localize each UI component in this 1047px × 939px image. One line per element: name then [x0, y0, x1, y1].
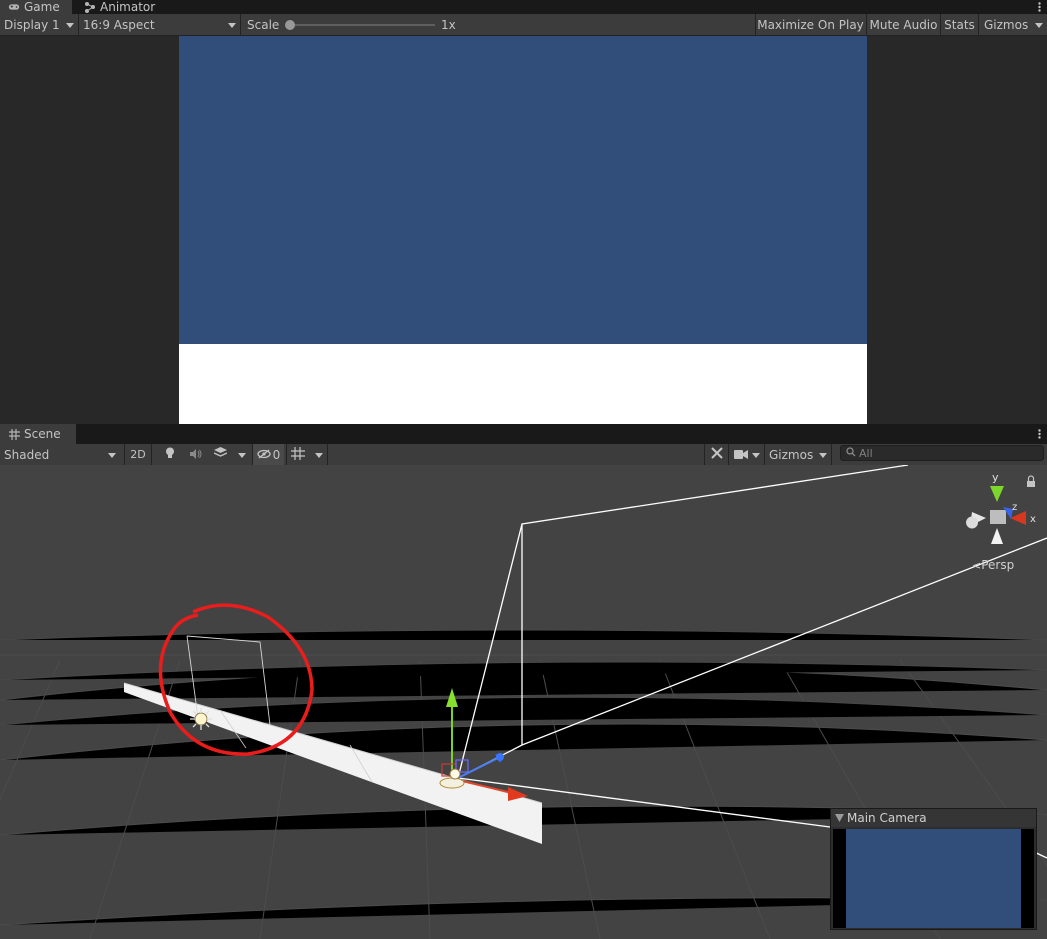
game-view-ground	[179, 344, 867, 424]
display-dropdown[interactable]: Display 1	[0, 14, 78, 35]
shading-mode-label: Shaded	[4, 447, 50, 462]
lock-icon[interactable]	[1027, 475, 1035, 487]
tab-animator[interactable]: Animator	[76, 0, 166, 14]
projection-label: Persp	[981, 558, 1015, 572]
camera-icon	[734, 448, 748, 462]
scene-panel-menu-icon[interactable]	[1038, 424, 1041, 444]
maximize-on-play-button[interactable]: Maximize On Play	[755, 14, 865, 35]
chevron-down-icon	[66, 23, 74, 28]
game-view-sky	[179, 36, 867, 344]
search-placeholder: All	[859, 446, 873, 460]
lighting-toggle[interactable]	[158, 444, 182, 465]
scene-gizmos-label: Gizmos	[769, 447, 814, 462]
camera-preview[interactable]: Main Camera	[830, 808, 1037, 930]
triangle-down-icon	[835, 811, 844, 825]
scene-gizmos-dropdown[interactable]: Gizmos	[764, 444, 832, 465]
tab-scene[interactable]: Scene	[0, 424, 76, 444]
display-dropdown-label: Display 1	[4, 17, 60, 32]
camera-frustum	[457, 465, 1047, 859]
aspect-dropdown-label: 16:9 Aspect	[83, 17, 155, 32]
scale-label: Scale	[247, 17, 280, 32]
orientation-gizmo[interactable]	[966, 486, 1026, 544]
scale-slider[interactable]	[285, 20, 435, 30]
stats-label: Stats	[944, 17, 975, 32]
grid-icon	[8, 428, 20, 440]
chevron-down-icon	[238, 453, 246, 458]
gamepad-icon	[8, 1, 20, 13]
chevron-down-icon	[315, 453, 323, 458]
speaker-icon	[190, 448, 202, 462]
grid-snap-icon	[291, 446, 305, 463]
game-toolbar: Display 1 16:9 Aspect Scale 1x Maximize …	[0, 14, 1047, 36]
hidden-count: 0	[272, 447, 281, 462]
search-icon	[846, 447, 856, 460]
eye-slash-icon	[257, 448, 271, 462]
chevron-down-icon	[752, 453, 760, 458]
scale-slider-handle[interactable]	[285, 20, 295, 30]
maximize-on-play-label: Maximize On Play	[757, 17, 864, 32]
camera-preview-header[interactable]: Main Camera	[831, 809, 1036, 827]
game-gizmos-dropdown[interactable]: Gizmos	[978, 14, 1047, 35]
aspect-dropdown[interactable]: 16:9 Aspect	[78, 14, 240, 35]
game-panel-menu-icon[interactable]	[1038, 0, 1041, 14]
chevron-down-icon	[1035, 23, 1043, 28]
sun-icon[interactable]	[190, 708, 212, 730]
audio-toggle[interactable]	[184, 444, 208, 465]
scene-tab-bar: Scene	[0, 424, 1047, 444]
chevron-down-icon	[819, 453, 827, 458]
camera-dropdown[interactable]	[728, 444, 764, 465]
camera-preview-view	[833, 829, 1034, 928]
axis-x-label: x	[1030, 514, 1036, 525]
axis-z-label: z	[1012, 502, 1018, 513]
grid-dropdown[interactable]	[286, 444, 328, 465]
game-gizmos-label: Gizmos	[984, 17, 1029, 32]
tab-game[interactable]: Game	[0, 0, 72, 14]
axis-y-label: y	[992, 471, 999, 484]
stats-button[interactable]: Stats	[940, 14, 978, 35]
game-tab-bar: Game Animator	[0, 0, 1047, 14]
chevron-down-icon	[228, 23, 236, 28]
scene-search-input[interactable]: All	[840, 445, 1044, 461]
shading-mode-dropdown[interactable]: Shaded	[0, 444, 120, 465]
animator-icon	[84, 1, 96, 13]
chevron-down-icon	[108, 453, 116, 458]
tools-icon	[710, 447, 723, 462]
tools-button[interactable]	[704, 444, 728, 465]
hidden-objects-toggle[interactable]: 0	[252, 444, 284, 465]
toggle-2d-label: 2D	[130, 448, 146, 461]
scale-control: Scale 1x	[240, 14, 756, 35]
tab-scene-label: Scene	[24, 427, 61, 441]
scale-value: 1x	[441, 17, 456, 32]
toggle-2d-button[interactable]: 2D	[124, 444, 152, 465]
camera-preview-title: Main Camera	[847, 811, 927, 825]
camera-preview-sky	[846, 829, 1021, 928]
tab-animator-label: Animator	[100, 0, 156, 14]
tab-game-label: Game	[24, 0, 60, 14]
lightbulb-icon	[165, 447, 175, 462]
effects-dropdown[interactable]	[210, 444, 250, 465]
projection-toggle[interactable]: <Persp	[972, 558, 1014, 572]
mute-audio-button[interactable]: Mute Audio	[866, 14, 940, 35]
chevron-left-icon: <	[972, 559, 982, 572]
mute-audio-label: Mute Audio	[869, 17, 938, 32]
layers-icon	[213, 447, 228, 462]
